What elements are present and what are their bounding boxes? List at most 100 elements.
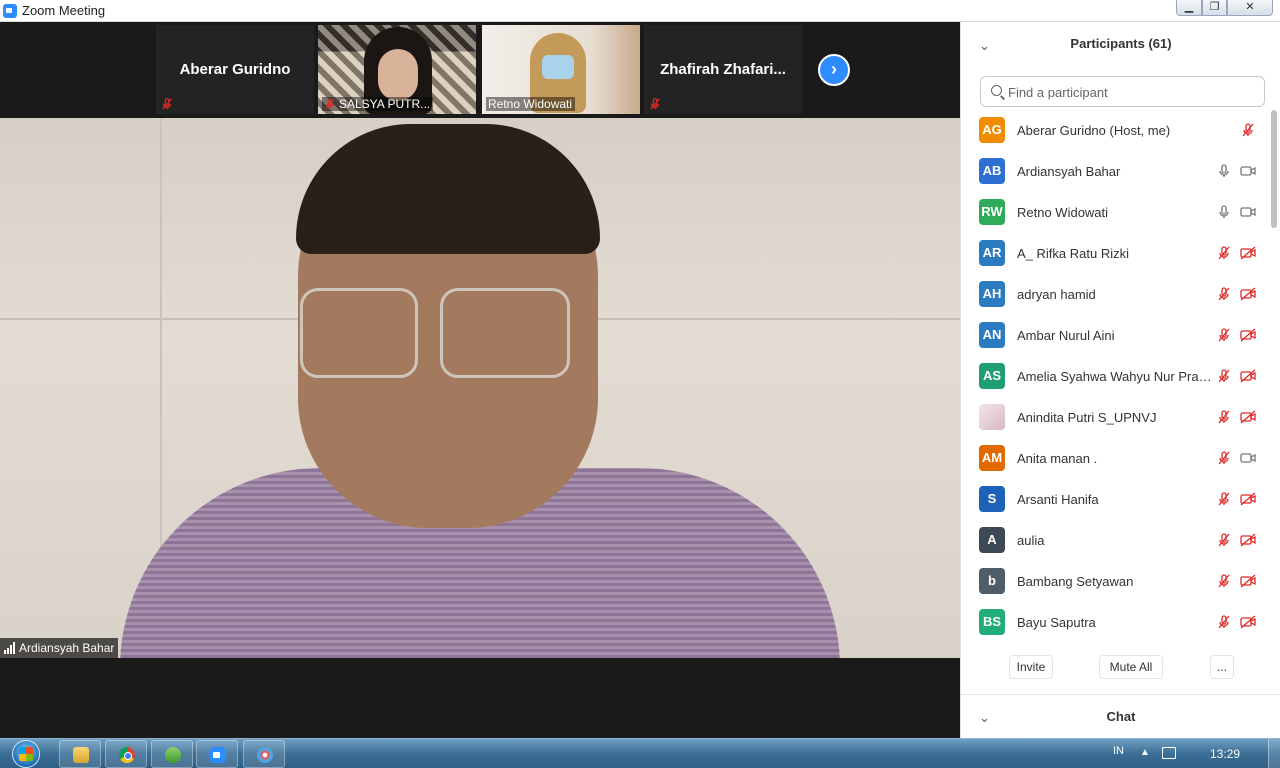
speaker-name-label: Ardiansyah Bahar — [0, 638, 119, 658]
participant-avatar: A — [979, 527, 1005, 553]
participant-avatar: AN — [979, 322, 1005, 348]
participant-row[interactable]: BS Bayu Saputra — [961, 602, 1269, 643]
thumbnail-name: Aberar Guridno — [179, 61, 291, 78]
participant-row[interactable]: AH adryan hamid — [961, 274, 1269, 315]
mic-muted-icon[interactable] — [1216, 450, 1232, 466]
thumbnail-label: Retno Widowati — [486, 97, 576, 111]
participant-avatar: BS — [979, 609, 1005, 635]
participant-row[interactable]: AS Amelia Syahwa Wahyu Nur Prati... — [961, 356, 1269, 397]
invite-button[interactable]: Invite — [1009, 655, 1053, 679]
mute-all-button[interactable]: Mute All — [1099, 655, 1163, 679]
scrollbar-thumb[interactable] — [1271, 110, 1277, 228]
maximize-button[interactable]: ❐ — [1202, 0, 1227, 16]
participant-row[interactable]: Anindita Putri S_UPNVJ — [961, 397, 1269, 438]
video-off-icon[interactable] — [1240, 614, 1256, 630]
participant-name: Ambar Nurul Aini — [1017, 328, 1115, 343]
mic-muted-icon[interactable] — [1216, 491, 1232, 507]
video-off-icon[interactable] — [1240, 286, 1256, 302]
search-input[interactable] — [1008, 82, 1258, 102]
participant-row[interactable]: RW Retno Widowati — [961, 192, 1269, 233]
chat-header[interactable]: ⌄ Chat — [961, 694, 1280, 738]
participant-row[interactable]: AG Aberar Guridno (Host, me) — [961, 110, 1269, 151]
video-off-icon[interactable] — [1240, 532, 1256, 548]
mic-muted-icon[interactable] — [1216, 327, 1232, 343]
taskbar-chrome-button[interactable] — [105, 740, 147, 768]
participant-avatar: AM — [979, 445, 1005, 471]
participant-actions: Invite Mute All ... — [961, 655, 1280, 681]
close-button[interactable]: ✕ — [1227, 0, 1273, 16]
mic-muted-icon[interactable] — [1216, 245, 1232, 261]
video-off-icon[interactable] — [1240, 409, 1256, 425]
participant-row[interactable]: b Bambang Setyawan — [961, 561, 1269, 602]
participant-row[interactable]: AB Ardiansyah Bahar — [961, 151, 1269, 192]
glasses-lens-right — [440, 288, 570, 378]
more-options-button[interactable]: ... — [1210, 655, 1234, 679]
zoom-app-icon — [3, 4, 17, 18]
participant-name: Anita manan . — [1017, 451, 1098, 466]
taskbar-explorer-button[interactable] — [59, 740, 101, 768]
video-off-icon[interactable] — [1240, 245, 1256, 261]
start-button[interactable] — [10, 739, 44, 768]
video-off-icon[interactable] — [1240, 491, 1256, 507]
signal-strength-icon — [4, 642, 15, 654]
mic-muted-icon[interactable] — [1216, 286, 1232, 302]
video-off-icon[interactable] — [1240, 368, 1256, 384]
mic-muted-icon — [162, 98, 172, 110]
speaker-hair — [296, 124, 600, 254]
participant-name: Bambang Setyawan — [1017, 574, 1134, 589]
participant-name: Amelia Syahwa Wahyu Nur Prati... — [1017, 369, 1213, 384]
participant-search[interactable] — [980, 76, 1265, 107]
mic-muted-icon — [650, 98, 660, 110]
mic-muted-icon[interactable] — [1216, 532, 1232, 548]
chat-title: Chat — [1106, 709, 1136, 724]
thumbnail-tile[interactable]: Zhafirah Zhafari... — [644, 25, 802, 114]
taskbar-zoom-button[interactable] — [196, 740, 238, 768]
mic-muted-icon[interactable] — [1216, 409, 1232, 425]
taskbar-clock[interactable]: 13:29 — [1210, 747, 1240, 761]
participants-panel: ⌄ Participants (61) AG Aberar Guridno (Ho… — [960, 22, 1280, 738]
thumbnail-name: Retno Widowati — [488, 97, 573, 111]
participant-name: Bayu Saputra — [1017, 615, 1096, 630]
language-indicator[interactable]: IN — [1113, 745, 1124, 757]
chevron-right-icon[interactable]: › — [818, 54, 850, 86]
participant-row[interactable]: AM Anita manan . — [961, 438, 1269, 479]
thumbnail-video-tile[interactable]: SALSYA PUTR... — [318, 25, 476, 114]
video-camera-icon[interactable] — [1240, 450, 1256, 466]
participant-avatar: RW — [979, 199, 1005, 225]
video-off-icon[interactable] — [1240, 573, 1256, 589]
minimize-button[interactable]: ▁ — [1176, 0, 1202, 16]
participant-row[interactable]: Aaulia — [961, 520, 1269, 561]
participant-avatar: AR — [979, 240, 1005, 266]
participant-avatar: AB — [979, 158, 1005, 184]
video-camera-icon[interactable] — [1240, 163, 1256, 179]
thumbnail-tile[interactable]: Aberar Guridno — [156, 25, 314, 114]
tray-expand-icon[interactable]: ▲ — [1140, 747, 1150, 758]
video-camera-icon[interactable] — [1240, 204, 1256, 220]
thumbnail-video-tile[interactable]: Retno Widowati — [482, 25, 640, 114]
participant-avatar: b — [979, 568, 1005, 594]
mic-icon[interactable] — [1216, 204, 1232, 220]
mic-muted-icon[interactable] — [1216, 368, 1232, 384]
video-area: Aberar Guridno SALSYA PUTR... Retno Wido… — [0, 22, 960, 738]
thumbnail-name: Zhafirah Zhafari... — [660, 61, 786, 78]
participant-row[interactable]: AN Ambar Nurul Aini — [961, 315, 1269, 356]
participant-row[interactable]: S Arsanti Hanifa — [961, 479, 1269, 520]
participant-name: Arsanti Hanifa — [1017, 492, 1099, 507]
search-icon — [991, 85, 1002, 96]
show-desktop-button[interactable] — [1268, 739, 1280, 768]
mic-icon[interactable] — [1216, 163, 1232, 179]
network-icon[interactable] — [1162, 747, 1176, 759]
taskbar-messenger-button[interactable] — [151, 740, 193, 768]
taskbar-paint-button[interactable] — [243, 740, 285, 768]
mic-muted-icon[interactable] — [1216, 573, 1232, 589]
participants-header: ⌄ Participants (61) — [961, 22, 1280, 68]
participant-name: A_ Rifka Ratu Rizki — [1017, 246, 1129, 261]
mic-muted-icon[interactable] — [1216, 614, 1232, 630]
participant-list-scrollbar[interactable] — [1269, 110, 1279, 643]
video-off-icon[interactable] — [1240, 327, 1256, 343]
participant-avatar: AG — [979, 117, 1005, 143]
participant-row[interactable]: AR A_ Rifka Ratu Rizki — [961, 233, 1269, 274]
mic-muted-icon[interactable] — [1240, 122, 1256, 138]
participant-avatar: S — [979, 486, 1005, 512]
glasses-lens-left — [300, 288, 418, 378]
